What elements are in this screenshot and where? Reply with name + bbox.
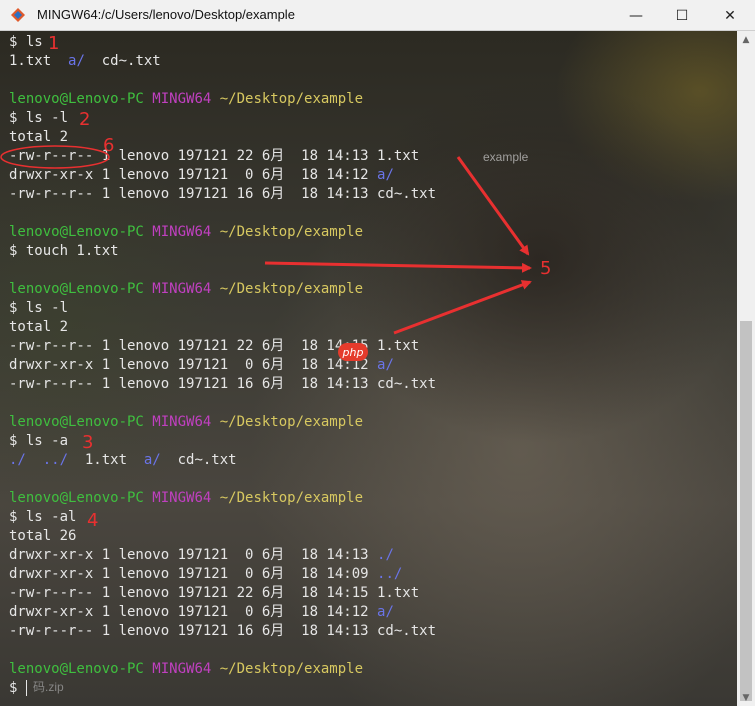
arrow-to-5-c (393, 280, 532, 335)
arrow-to-5-b (264, 261, 532, 273)
annotation-1: 1 (48, 33, 60, 54)
annotation-3: 3 (82, 432, 94, 453)
annotation-6: 6 (103, 135, 115, 156)
annotation-2: 2 (79, 109, 91, 130)
annotation-5: 5 (540, 258, 552, 279)
permission-highlight-ellipse (0, 145, 110, 169)
annotation-4: 4 (87, 510, 99, 531)
annotation-overlay (0, 145, 532, 335)
php-badge: php (338, 343, 368, 361)
arrow-to-5-a (456, 156, 530, 256)
